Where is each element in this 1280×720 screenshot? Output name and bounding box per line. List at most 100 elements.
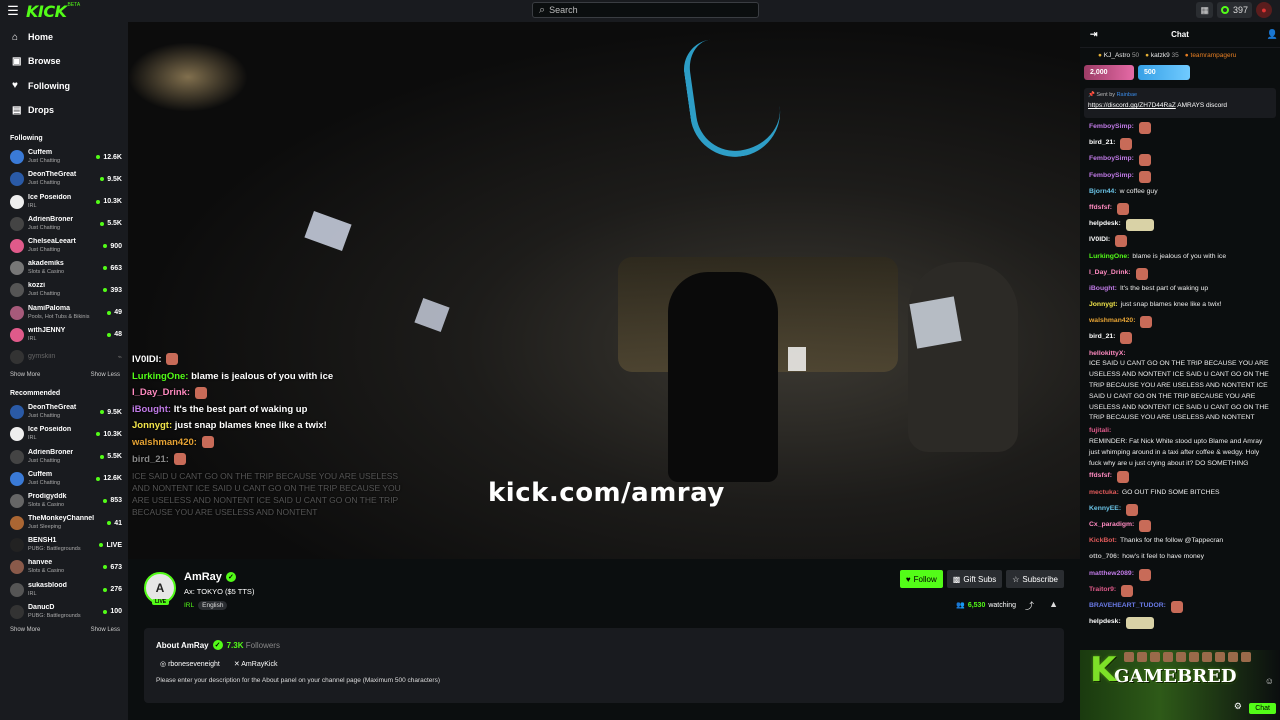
x-icon: ✕ [233,661,240,668]
chat-send-button[interactable]: Chat [1249,703,1276,714]
chat-users-icon[interactable]: 👤 [1267,29,1278,40]
nav-following[interactable]: ♥ Following [0,74,128,98]
sidebar-channel[interactable]: Ice Poseidon IRL 10.3K [0,423,128,445]
chat-message[interactable]: BRAVEHEART_TUDOR: [1089,599,1271,615]
gear-icon[interactable]: ⚙ [1234,701,1242,712]
sidebar-channel[interactable]: hanvee Slots & Casino 673 [0,556,128,578]
emote-icon [1115,235,1128,248]
nav-browse[interactable]: ▣ Browse [0,49,128,73]
x-link[interactable]: ✕ AmRayKick [234,660,278,668]
collapse-chat-icon[interactable]: ⇥ [1090,29,1098,40]
share-icon[interactable]: ⤴ [1025,599,1034,612]
top-gifter[interactable]: ● katzk9 35 [1145,52,1179,59]
drops-icon: ▤ [12,104,22,116]
chat-message[interactable]: LurkingOne: blame is jealous of you with … [1089,250,1271,266]
show-more-button[interactable]: Show More [10,372,40,378]
hamburger-menu-icon[interactable]: ☰ [0,3,26,19]
chat-message[interactable]: mectuka: GO OUT FIND SOME BITCHES [1089,486,1271,502]
chat-message[interactable]: FemboySimp: [1089,169,1271,185]
avatar [10,283,24,298]
category-link[interactable]: IRL [184,602,194,609]
sidebar-channel[interactable]: sukasblood IRL 276 [0,579,128,601]
sidebar-channel[interactable]: Prodigyddk Slots & Casino 853 [0,490,128,512]
viewer-count: 276 [103,586,122,593]
sidebar-channel[interactable]: NamiPaloma Pools, Hot Tubs & Bikinis 49 [0,302,128,324]
chat-message[interactable]: otto_706: how's it feel to have money [1089,550,1271,566]
gift-goal-pill[interactable]: 2,000 [1084,65,1134,80]
sidebar-channel[interactable]: withJENNY IRL 48 [0,324,128,346]
nav-home[interactable]: ⌂ Home [0,25,128,49]
chat-message[interactable]: iBought: It's the best part of waking up [1089,282,1271,298]
show-less-button[interactable]: Show Less [91,372,120,378]
nav-drops[interactable]: ▤ Drops [0,98,128,122]
chat-message[interactable]: matthew2089: [1089,567,1271,583]
viewer-count: 41 [107,520,122,527]
show-less-button[interactable]: Show Less [91,627,120,633]
emoji-icon[interactable]: ☺ [1265,676,1274,686]
chat-message[interactable]: bird_21: [1089,136,1271,152]
search-input[interactable] [549,5,740,15]
heart-icon: ♥ [12,80,18,92]
chat-message[interactable]: ffdsfsf: [1089,201,1271,217]
chat-message[interactable]: Bjorn44: w coffee guy [1089,185,1271,201]
video-player[interactable]: IV0IDI: LurkingOne: blame is jealous of … [128,22,1080,559]
chat-message[interactable]: FemboySimp: [1089,120,1271,136]
search-box[interactable]: ⌕ [532,2,759,18]
viewer-count: 100 [103,608,122,615]
top-gifter[interactable]: ● KJ_Astro 50 [1098,52,1139,59]
sidebar-channel[interactable]: Ice Poseidon IRL 10.3K [0,191,128,213]
sidebar-channel-offline[interactable]: gymskiin ⌁ [0,346,128,368]
chat-message[interactable]: Traitor9: [1089,583,1271,599]
chat-message[interactable]: IV0IDI: [1089,233,1271,249]
pinned-message[interactable]: 📌 Sent by Rainbae https://discord.gg/ZH7… [1084,88,1276,118]
chat-message[interactable]: walshman420: [1089,314,1271,330]
avatar [10,150,24,165]
instagram-link[interactable]: ◎ rboneseveneight [160,660,220,668]
emote-bar[interactable] [1124,652,1251,662]
gifter-badge-icon: ● [1145,52,1150,59]
chat-message[interactable]: FemboySimp: [1089,152,1271,168]
overlay-chat-line: Jonnygt: just snap blames knee like a tw… [132,420,327,432]
kick-coins-button[interactable]: 397 [1216,2,1252,18]
chat-message[interactable]: helpdesk: [1089,217,1271,233]
sidebar-channel[interactable]: kozzi Just Chatting 393 [0,279,128,301]
sidebar-channel[interactable]: BENSH1 PUBG: Battlegrounds LIVE [0,534,128,556]
chat-message[interactable]: I_Day_Drink: [1089,266,1271,282]
chat-message[interactable]: helpdesk: [1089,615,1271,631]
chat-message[interactable]: fujitali: REMINDER: Fat Nick White stood … [1089,424,1271,469]
language-tag[interactable]: English [198,601,228,610]
sidebar-channel[interactable]: DeonTheGreat Just Chatting 9.5K [0,401,128,423]
clip-button[interactable]: ▦ [1196,2,1213,18]
sidebar-channel[interactable]: Cuffem Just Chatting 12.6K [0,146,128,168]
sidebar-channel[interactable]: akademiks Slots & Casino 663 [0,257,128,279]
avatar [10,516,24,531]
chat-message[interactable]: bird_21: [1089,330,1271,346]
kick-logo[interactable]: KICKBETA [26,2,80,21]
chat-message[interactable]: KickBot: Thanks for the follow @Tappecran [1089,534,1271,550]
gift-subs-button[interactable]: ▩ Gift Subs [946,570,1003,588]
discord-link[interactable]: https://discord.gg/ZH7D44RaZ [1088,102,1176,109]
streamer-name[interactable]: AmRay [184,571,222,583]
avatar [10,405,24,420]
sidebar-channel[interactable]: TheMonkeyChannel Just Sleeping 41 [0,512,128,534]
sidebar-channel[interactable]: ChelseaLeeart Just Chatting 900 [0,235,128,257]
chat-message[interactable]: hellokittyX: ICE SAID U CANT GO ON THE TR… [1089,347,1271,425]
chat-message[interactable]: Jonnygt: just snap blames knee like a twi… [1089,298,1271,314]
sidebar-channel[interactable]: DeonTheGreat Just Chatting 9.5K [0,168,128,190]
video-seat [668,272,778,482]
gift-goal-pill[interactable]: 500 [1138,65,1190,80]
chat-messages: FemboySimp: bird_21: FemboySimp: FemboySimp… [1080,118,1280,631]
subscribe-button[interactable]: ☆ Subscribe [1006,570,1064,588]
chat-message[interactable]: Cx_paradigm: [1089,518,1271,534]
show-more-button[interactable]: Show More [10,627,40,633]
top-gifter[interactable]: ● teamrampageru [1185,52,1237,59]
sidebar-channel[interactable]: AdrienBroner Just Chatting 5.5K [0,213,128,235]
report-icon[interactable]: ▲ [1049,599,1058,609]
chat-message[interactable]: KennyEE: [1089,502,1271,518]
user-avatar[interactable]: ● [1256,2,1272,18]
sidebar-channel[interactable]: AdrienBroner Just Chatting 5.5K [0,445,128,467]
sidebar-channel[interactable]: Cuffem Just Chatting 12.6K [0,468,128,490]
sidebar-channel[interactable]: DanucD PUBG: Battlegrounds 100 [0,601,128,623]
chat-message[interactable]: ffdsfsf: [1089,469,1271,485]
follow-button[interactable]: ♥ Follow [899,570,943,588]
